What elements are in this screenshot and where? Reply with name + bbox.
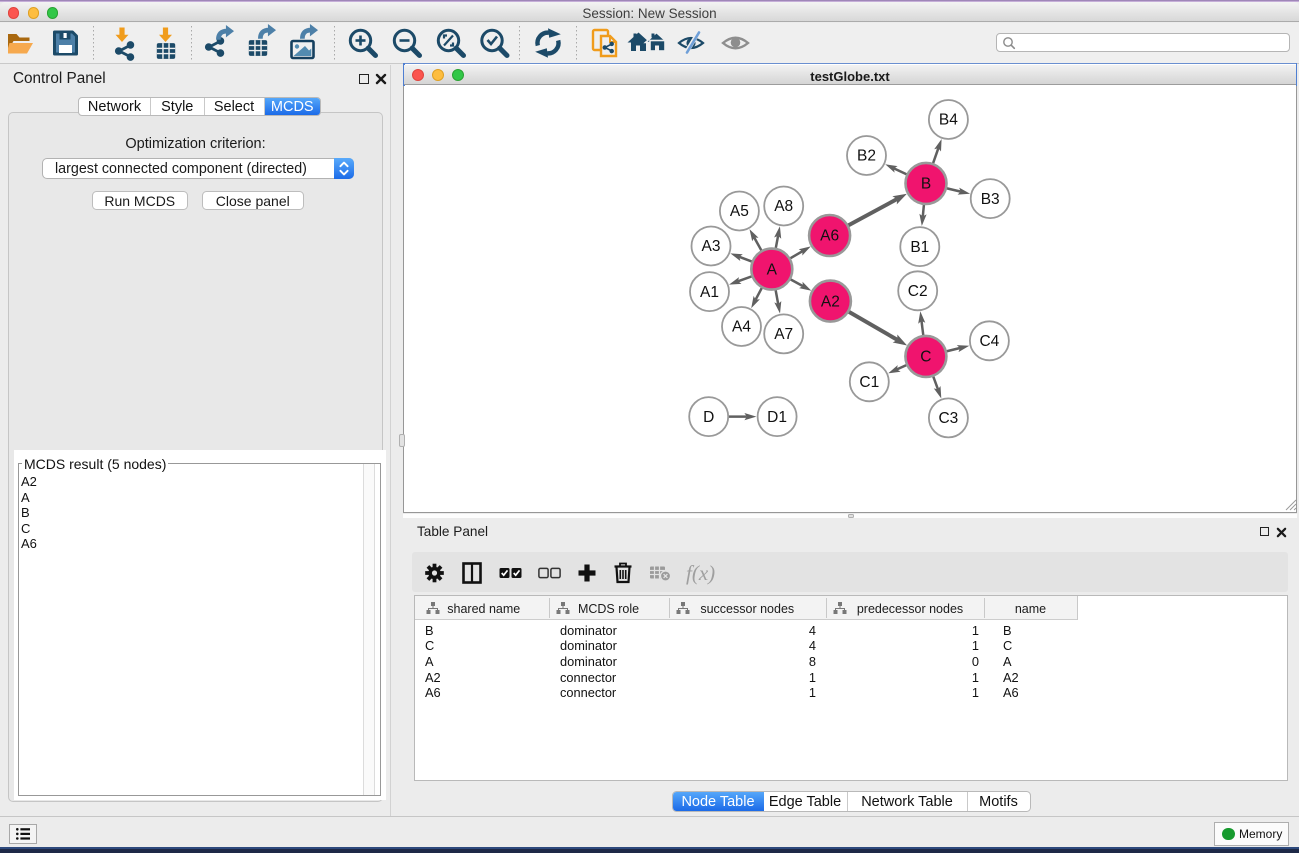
svg-text:D: D [703, 409, 714, 426]
svg-text:C1: C1 [859, 374, 879, 391]
svg-text:B1: B1 [910, 239, 929, 256]
svg-text:C2: C2 [908, 283, 928, 300]
svg-text:f(x): f(x) [686, 561, 715, 585]
svg-text:A: A [767, 261, 778, 278]
svg-text:A8: A8 [774, 198, 793, 215]
svg-text:B2: B2 [857, 148, 876, 165]
svg-text:A2: A2 [821, 293, 840, 310]
svg-text:C: C [920, 349, 931, 366]
svg-text:A4: A4 [732, 319, 751, 336]
svg-text:A6: A6 [820, 228, 839, 245]
svg-text:B4: B4 [939, 112, 958, 129]
svg-text:C4: C4 [979, 333, 999, 350]
svg-text:A7: A7 [774, 326, 793, 343]
svg-text:D1: D1 [767, 409, 787, 426]
svg-text:B: B [921, 176, 931, 193]
svg-text:B3: B3 [981, 191, 1000, 208]
svg-text:A5: A5 [730, 203, 749, 220]
svg-text:A3: A3 [702, 238, 721, 255]
svg-text:A1: A1 [700, 284, 719, 301]
svg-text:C3: C3 [938, 410, 958, 427]
